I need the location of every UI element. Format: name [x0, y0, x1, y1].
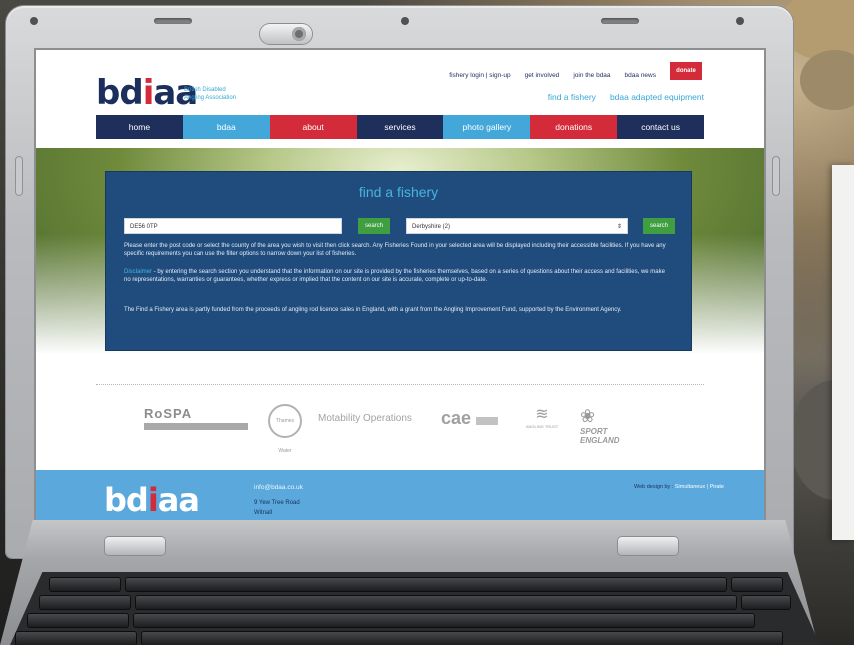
webcam: [260, 24, 312, 44]
keyboard-key: [28, 614, 128, 627]
select-arrows-icon: ⇕: [616, 224, 622, 230]
keyboard-key: [136, 596, 736, 609]
county-select[interactable]: Derbyshire (2) ⇕: [406, 218, 628, 234]
get-involved-link[interactable]: get involved: [525, 72, 560, 79]
instructions-text: Please enter the post code or select the…: [124, 243, 666, 257]
keyboard-key: [732, 578, 782, 591]
sport-england-logo: ❀ SPORT ENGLAND: [580, 406, 620, 445]
disclaimer-body: - by entering the search section you und…: [124, 269, 665, 283]
footer-credit: Web design by : Simultaneux | Pirate: [634, 484, 724, 490]
nav-services[interactable]: services: [356, 115, 444, 139]
laptop-lid: bdiaa British Disabled Angling Associati…: [6, 6, 793, 558]
find-fishery-panel: find a fishery DE56 0TP search Derbyshir…: [106, 172, 691, 350]
background-paper: [832, 165, 854, 540]
indicator-dot: [736, 17, 744, 25]
nav-contact-us[interactable]: contact us: [617, 115, 705, 139]
speaker-slot: [601, 18, 639, 24]
background-rock: [800, 50, 854, 110]
donate-button[interactable]: donate: [670, 62, 702, 80]
nav-photo-gallery[interactable]: photo gallery: [443, 115, 531, 139]
bdaa-logo[interactable]: bdiaa: [96, 76, 198, 110]
credit-link[interactable]: Simultaneux | Pirate: [675, 484, 724, 490]
lid-clip-left: [15, 156, 23, 196]
bdaa-news-link[interactable]: bdaa news: [625, 72, 656, 79]
speaker-slot: [154, 18, 192, 24]
footer-email-link[interactable]: info@bdaa.co.uk: [254, 484, 303, 491]
footer-logo[interactable]: bdiaa: [104, 484, 200, 516]
find-fishery-link[interactable]: find a fishery: [548, 92, 596, 102]
keyboard-key: [16, 632, 136, 645]
nav-home[interactable]: home: [96, 115, 183, 139]
cae-logo: cae: [441, 408, 498, 429]
keyboard-key: [40, 596, 130, 609]
find-fishery-title: find a fishery: [358, 184, 439, 200]
county-search-button[interactable]: search: [643, 218, 675, 234]
postcode-search-button[interactable]: search: [358, 218, 390, 234]
main-nav: home bdaa about services photo gallery d…: [96, 115, 705, 139]
rospa-logo: RoSPA: [144, 406, 248, 430]
nav-bdaa[interactable]: bdaa: [182, 115, 270, 139]
sub-links: find a fishery bdaa adapted equipment: [548, 92, 704, 102]
keyboard-key: [742, 596, 790, 609]
indicator-dot: [401, 17, 409, 25]
top-links: fishery login | sign-up get involved joi…: [449, 72, 656, 79]
divider: [96, 384, 704, 385]
funding-text: The Find a Fishery area is partly funded…: [124, 307, 622, 313]
adapted-equipment-link[interactable]: bdaa adapted equipment: [610, 92, 704, 102]
nav-donations[interactable]: donations: [530, 115, 618, 139]
footer-address-line1: 9 Yew Tree Road: [254, 500, 300, 506]
postcode-input[interactable]: DE56 0TP: [124, 218, 342, 234]
laptop-screen: bdiaa British Disabled Angling Associati…: [36, 50, 764, 525]
keyboard-key: [142, 632, 782, 645]
motability-logo: Motability Operations: [318, 413, 412, 424]
join-bdaa-link[interactable]: join the bdaa: [573, 72, 610, 79]
site-footer: bdiaa info@bdaa.co.uk 9 Yew Tree Road Wi…: [36, 470, 764, 525]
indicator-dot: [30, 17, 38, 25]
nav-about[interactable]: about: [269, 115, 357, 139]
disclaimer-text: Disclaimer - by entering the search sect…: [124, 268, 672, 284]
base-hinge-right: [618, 537, 678, 555]
webcam-lens: [292, 27, 306, 41]
fishery-login-link[interactable]: fishery login | sign-up: [449, 72, 510, 79]
footer-address-line2: Witnall: [254, 510, 273, 516]
disclaimer-label: Disclaimer: [124, 269, 153, 275]
base-hinge-left: [105, 537, 165, 555]
logo-subtitle: British Disabled Angling Association: [184, 87, 237, 101]
lid-clip-right: [772, 156, 780, 196]
county-select-value: Derbyshire (2): [412, 224, 451, 230]
sponsor-logos: RoSPA Thames Water Motability Operations…: [144, 404, 704, 454]
thames-water-logo: Thames Water: [268, 404, 302, 454]
keyboard-key: [126, 578, 726, 591]
angling-trust-logo: ≋ ANGLING TRUST: [525, 406, 559, 429]
keyboard-key: [134, 614, 754, 627]
keyboard-key: [50, 578, 120, 591]
laptop-keyboard: [10, 572, 820, 645]
